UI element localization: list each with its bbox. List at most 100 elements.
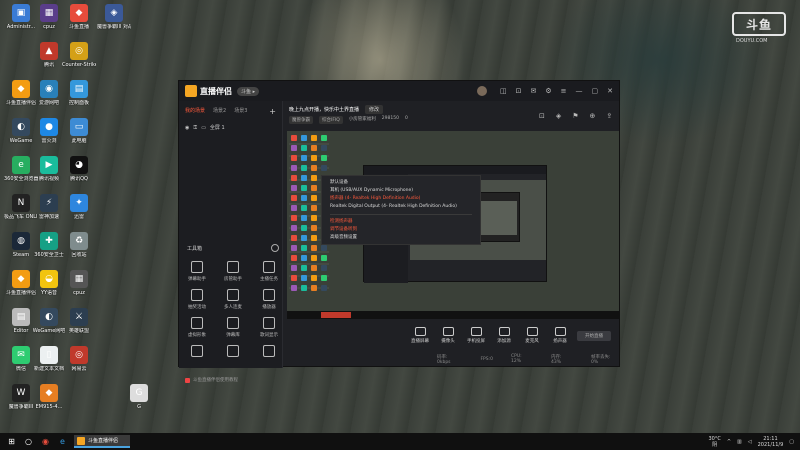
tool-item[interactable]: 多人连麦 bbox=[219, 289, 247, 310]
clock[interactable]: 21:11 2021/11/9 bbox=[758, 436, 784, 448]
camera-button[interactable]: 摄像头 bbox=[435, 327, 461, 344]
audio-menu-option[interactable]: 高级音频设置 bbox=[330, 234, 472, 242]
version-badge[interactable]: 斗鱼 ▸ bbox=[237, 86, 260, 96]
audio-device-option[interactable]: 扬声器 (4- Realtek High Definition Audio) bbox=[330, 195, 472, 203]
menu-icon[interactable]: ≡ bbox=[561, 87, 567, 95]
desktop-icon[interactable]: ◒ YY语音 bbox=[32, 270, 66, 296]
tool-icon bbox=[263, 317, 275, 329]
desktop-icon-label: 斗鱼直播 bbox=[68, 24, 89, 30]
live-screen-button[interactable]: 直播屏幕 bbox=[407, 327, 433, 344]
lock-icon[interactable]: ⚿ bbox=[193, 125, 197, 131]
netease-music-icon[interactable]: ◉ bbox=[40, 436, 51, 447]
title-bar[interactable]: 直播伴侣 斗鱼 ▸ ◫ ⊡ ✉ ⚙ ≡ — ▢ ✕ bbox=[179, 81, 619, 101]
tool-icon bbox=[227, 261, 239, 273]
preview-mini-icon bbox=[311, 145, 317, 151]
desktop-icon[interactable]: ▶ 腾讯视频 bbox=[32, 156, 66, 182]
desktop-icon[interactable]: ◈ 魔兽争霸III 对战平台 bbox=[97, 4, 131, 30]
tutorial-link[interactable]: 斗鱼直播伴侣使用教程 bbox=[185, 377, 238, 383]
add-scene-button[interactable]: + bbox=[269, 107, 276, 116]
screenshot-icon[interactable]: ⊡ bbox=[516, 87, 522, 95]
edit-room-button[interactable]: 修改 bbox=[365, 105, 384, 114]
settings-icon[interactable]: ⊕ bbox=[590, 112, 596, 120]
desktop-icon[interactable]: ◕ 腾讯QQ bbox=[62, 156, 96, 182]
phone-cast-button[interactable]: 手机投屏 bbox=[463, 327, 489, 344]
audio-menu-option[interactable]: 调节设备听到 bbox=[330, 226, 472, 234]
audio-device-option[interactable]: Realtek Digital Output (4- Realtek High … bbox=[330, 203, 472, 211]
speaker-button[interactable]: 扬声器 bbox=[547, 327, 573, 344]
gift-icon[interactable]: ⊡ bbox=[539, 112, 545, 120]
message-icon[interactable]: ✉ bbox=[530, 87, 536, 95]
room-meta-item[interactable]: 综合IFIQ bbox=[319, 116, 343, 124]
network-icon[interactable]: ▥ bbox=[737, 439, 742, 445]
scene-item[interactable]: ◉ ⚿ ▭ 全屏 1 bbox=[179, 116, 282, 139]
audio-device-option[interactable]: 耳机 (USB/AUX Dynamic Microphone) bbox=[330, 187, 472, 195]
volume-icon[interactable]: ◁ bbox=[748, 439, 752, 445]
app-icon: ⚔ bbox=[70, 308, 88, 326]
preview-taskbar-app bbox=[321, 312, 351, 318]
audio-device-option[interactable]: 默认设备 bbox=[330, 179, 472, 187]
desktop-icon[interactable]: ◎ 网易云 bbox=[62, 346, 96, 372]
start-live-button[interactable]: 开始直播 bbox=[577, 331, 611, 341]
desktop-icon[interactable]: ▦ cpuz bbox=[32, 4, 66, 30]
add-source-button[interactable]: 添加源 bbox=[491, 327, 517, 344]
notification-icon[interactable]: ▢ bbox=[789, 439, 794, 445]
desktop-icon[interactable]: ◎ Counter-Strike Global Off... bbox=[62, 42, 96, 68]
tool-item[interactable]: 抽奖活动 bbox=[183, 289, 211, 310]
desktop-icon[interactable]: ◐ WeGame网吧 bbox=[32, 308, 66, 334]
room-meta-item[interactable]: 魔兽争霸 bbox=[289, 116, 313, 124]
tool-item[interactable]: 主播任务 bbox=[255, 261, 283, 282]
eye-icon[interactable]: ◉ bbox=[185, 125, 189, 131]
app-icon: ▤ bbox=[70, 80, 88, 98]
microphone-button[interactable]: 麦克风 bbox=[519, 327, 545, 344]
tray-chevron-icon[interactable]: ^ bbox=[727, 439, 731, 445]
scene-tab[interactable]: 场景2 bbox=[213, 107, 226, 116]
tool-item[interactable] bbox=[219, 345, 247, 360]
browser-icon[interactable]: e bbox=[57, 436, 68, 447]
app-icon: ▤ bbox=[12, 308, 30, 326]
desktop-icon[interactable]: ♻ 回收站 bbox=[62, 232, 96, 258]
tool-item[interactable] bbox=[255, 345, 283, 360]
tool-label: 弹幕库 bbox=[226, 333, 240, 338]
desktop-icon[interactable]: ⚔ 英雄联盟 bbox=[62, 308, 96, 334]
tools-more-icon[interactable] bbox=[271, 244, 279, 252]
tool-icon bbox=[191, 261, 203, 273]
cortana-search-icon[interactable]: ○ bbox=[23, 436, 34, 447]
desktop-icon[interactable]: ⚡ 雷神加速 bbox=[32, 194, 66, 220]
desktop-icon[interactable]: ◉ 爱游网吧 bbox=[32, 80, 66, 106]
skin-icon[interactable]: ◫ bbox=[500, 87, 507, 95]
desktop-icon[interactable]: ✚ 360安全卫士 bbox=[32, 232, 66, 258]
tool-item[interactable]: 虚拟形象 bbox=[183, 317, 211, 338]
desktop-icon[interactable]: ● 雷火浏 bbox=[32, 118, 66, 144]
tool-item[interactable]: 歌词显示 bbox=[255, 317, 283, 338]
scene-tab[interactable]: 场景3 bbox=[234, 107, 247, 116]
preview-mini-icon bbox=[311, 275, 317, 281]
minimize-icon[interactable]: — bbox=[576, 87, 583, 95]
audio-menu-option[interactable]: 检测扬声器 bbox=[330, 218, 472, 226]
share-icon[interactable]: ⇪ bbox=[606, 112, 612, 120]
weather[interactable]: 30°C 阴 bbox=[708, 436, 720, 448]
tool-item[interactable]: 弹幕库 bbox=[219, 317, 247, 338]
settings-icon[interactable]: ⚙ bbox=[545, 87, 551, 95]
windows-start-icon[interactable]: ⊞ bbox=[6, 436, 17, 447]
desktop-icon[interactable]: ▤ 控制面板 bbox=[62, 80, 96, 106]
fan-icon[interactable]: ◈ bbox=[556, 112, 561, 120]
close-icon[interactable]: ✕ bbox=[607, 87, 613, 95]
tool-item[interactable]: 房管助手 bbox=[219, 261, 247, 282]
desktop-icon[interactable]: ▭ 此电脑 bbox=[62, 118, 96, 144]
desktop-icon[interactable]: ◆ EM915-4... bbox=[32, 384, 66, 410]
maximize-icon[interactable]: ▢ bbox=[592, 87, 599, 95]
flag-icon[interactable]: ⚑ bbox=[572, 112, 578, 120]
taskbar-app-douyu[interactable]: 斗鱼直播伴侣 bbox=[74, 435, 130, 448]
desktop-icon[interactable]: ▯ 新建文本文档 bbox=[32, 346, 66, 372]
user-avatar[interactable] bbox=[476, 86, 487, 96]
scene-tab[interactable]: 我的场景 bbox=[185, 107, 205, 116]
tool-icon bbox=[227, 317, 239, 329]
desktop-icon[interactable]: ✦ 迅雷 bbox=[62, 194, 96, 220]
desktop-icon[interactable]: GG bbox=[122, 384, 156, 410]
desktop-icon[interactable]: ▦ cpuz bbox=[62, 270, 96, 296]
desktop-icon[interactable]: ◆ 斗鱼直播 bbox=[62, 4, 96, 30]
desktop-icon[interactable]: ▲ 腾讯 bbox=[32, 42, 66, 68]
tool-item[interactable]: 弹幕助手 bbox=[183, 261, 211, 282]
tool-item[interactable]: 播放器 bbox=[255, 289, 283, 310]
tool-item[interactable] bbox=[183, 345, 211, 360]
